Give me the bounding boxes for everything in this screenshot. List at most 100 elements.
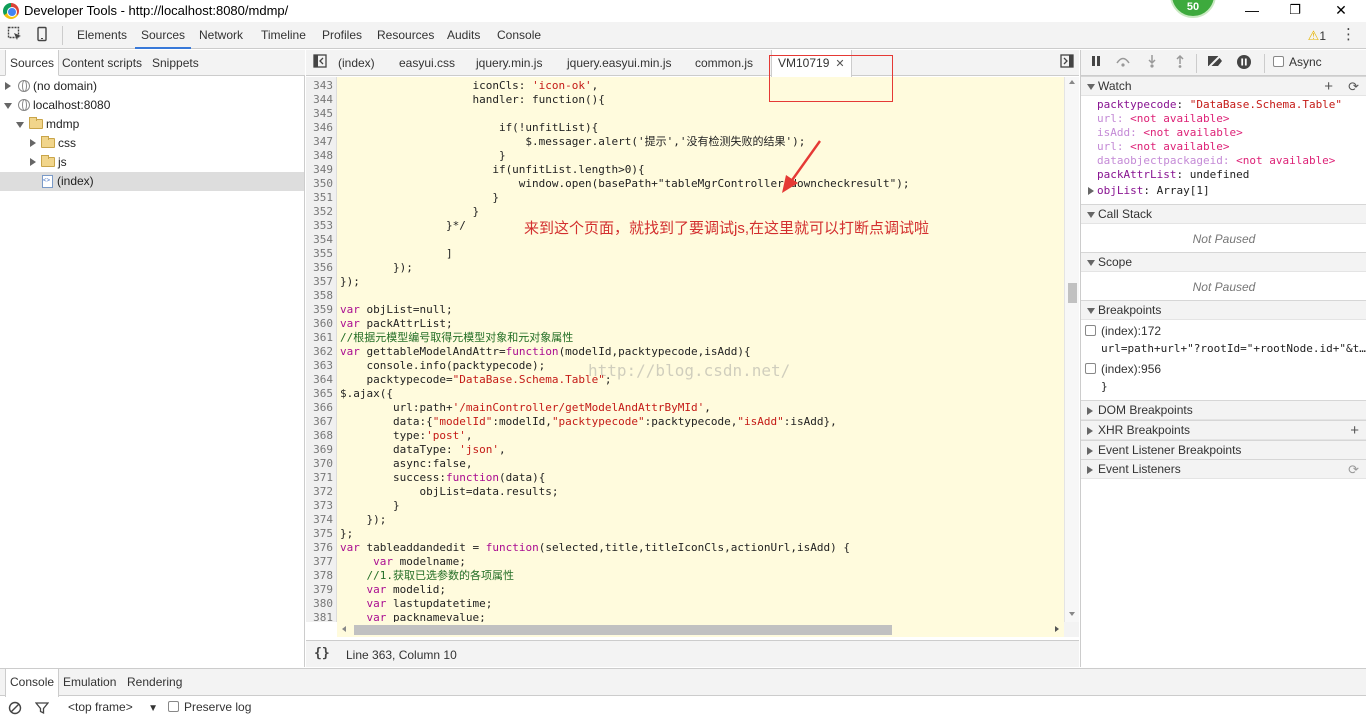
line-number[interactable]: 345 <box>306 107 333 121</box>
pause-on-exceptions-icon[interactable] <box>1235 54 1253 72</box>
line-number[interactable]: 364 <box>306 373 333 387</box>
line-number[interactable]: 358 <box>306 289 333 303</box>
drawer-tab-console[interactable]: Console <box>5 669 60 697</box>
xhr-breakpoints-section-header[interactable]: XHR Breakpoints + <box>1081 420 1366 440</box>
file-tab[interactable]: jquery.min.js <box>470 50 548 76</box>
expand-arrow-icon[interactable] <box>1088 187 1094 195</box>
line-number[interactable]: 362 <box>306 345 333 359</box>
watch-expression[interactable]: dataobjectpackageid: <not available> <box>1097 154 1335 168</box>
toggle-debugger-icon[interactable] <box>1058 54 1076 72</box>
panel-tab-audits[interactable]: Audits <box>441 22 486 49</box>
scroll-right-icon[interactable] <box>1055 626 1059 632</box>
frame-selector[interactable]: <top frame> ▼ <box>68 700 158 714</box>
panel-tab-profiles[interactable]: Profiles <box>316 22 368 49</box>
panel-tab-timeline[interactable]: Timeline <box>255 22 312 49</box>
line-number[interactable]: 360 <box>306 317 333 331</box>
panel-tab-sources[interactable]: Sources <box>135 22 192 49</box>
breakpoint-checkbox[interactable] <box>1085 363 1096 374</box>
event-listeners-section-header[interactable]: Event Listeners ⟳ <box>1081 459 1366 479</box>
line-number[interactable]: 379 <box>306 583 333 597</box>
navigator-tab-snippets[interactable]: Snippets <box>148 50 203 76</box>
tree-item-localhost[interactable]: localhost:8080 <box>0 96 304 115</box>
line-number[interactable]: 372 <box>306 485 333 499</box>
preserve-log-checkbox[interactable]: Preserve log <box>168 700 251 714</box>
inspect-element-icon[interactable] <box>6 26 24 44</box>
tree-item-js[interactable]: js <box>0 153 304 172</box>
step-over-icon[interactable] <box>1114 54 1132 72</box>
line-number[interactable]: 357 <box>306 275 333 289</box>
refresh-listeners-icon[interactable]: ⟳ <box>1348 460 1359 479</box>
line-number[interactable]: 369 <box>306 443 333 457</box>
step-out-icon[interactable] <box>1171 54 1189 72</box>
panel-tab-network[interactable]: Network <box>193 22 249 49</box>
line-number[interactable]: 346 <box>306 121 333 135</box>
collapse-arrow-icon[interactable] <box>4 103 12 109</box>
close-tab-icon[interactable]: ✕ <box>835 58 844 70</box>
step-into-icon[interactable] <box>1143 54 1161 72</box>
pretty-print-button[interactable]: {} <box>314 646 330 661</box>
panel-tab-elements[interactable]: Elements <box>71 22 133 49</box>
line-number[interactable]: 347 <box>306 135 333 149</box>
watch-expression[interactable]: objList: Array[1] <box>1088 184 1210 198</box>
line-number[interactable]: 356 <box>306 261 333 275</box>
line-number[interactable]: 373 <box>306 499 333 513</box>
tree-item-css[interactable]: css <box>0 134 304 153</box>
drawer-tab-emulation[interactable]: Emulation <box>59 669 120 696</box>
minimize-button[interactable]: — <box>1229 0 1275 22</box>
line-number[interactable]: 376 <box>306 541 333 555</box>
collapse-arrow-icon[interactable] <box>16 122 24 128</box>
line-number[interactable]: 353 <box>306 219 333 233</box>
line-number[interactable]: 349 <box>306 163 333 177</box>
event-listener-breakpoints-section-header[interactable]: Event Listener Breakpoints <box>1081 440 1366 460</box>
line-number[interactable]: 377 <box>306 555 333 569</box>
line-number[interactable]: 366 <box>306 401 333 415</box>
watch-expression[interactable]: url: <not available> <box>1097 112 1229 126</box>
refresh-watch-icon[interactable]: ⟳ <box>1348 77 1359 96</box>
breakpoints-section-header[interactable]: Breakpoints <box>1081 300 1366 320</box>
file-tab[interactable]: VM10719 ✕ <box>771 50 852 77</box>
scroll-up-icon[interactable] <box>1069 80 1075 84</box>
add-watch-icon[interactable]: + <box>1324 77 1333 96</box>
expand-arrow-icon[interactable] <box>5 82 11 90</box>
tree-item-no-domain[interactable]: (no domain) <box>0 77 304 96</box>
breakpoint-checkbox[interactable] <box>1085 325 1096 336</box>
toggle-navigator-icon[interactable] <box>311 54 329 72</box>
line-number[interactable]: 354 <box>306 233 333 247</box>
line-number-gutter[interactable]: 343 344 345 346 347 348 349 350 351 352 353 354 355 3… <box>306 77 337 622</box>
vertical-scrollbar[interactable] <box>1064 77 1079 622</box>
line-number[interactable]: 367 <box>306 415 333 429</box>
file-tab[interactable]: easyui.css <box>393 50 461 76</box>
line-number[interactable]: 370 <box>306 457 333 471</box>
line-number[interactable]: 352 <box>306 205 333 219</box>
horizontal-scroll-thumb[interactable] <box>354 625 892 635</box>
pause-icon[interactable] <box>1087 54 1105 72</box>
filter-icon[interactable] <box>34 701 50 718</box>
dom-breakpoints-section-header[interactable]: DOM Breakpoints <box>1081 400 1366 420</box>
line-number[interactable]: 350 <box>306 177 333 191</box>
close-window-button[interactable]: ✕ <box>1318 0 1364 22</box>
line-number[interactable]: 351 <box>306 191 333 205</box>
line-number[interactable]: 361 <box>306 331 333 345</box>
line-number[interactable]: 374 <box>306 513 333 527</box>
line-number[interactable]: 381 <box>306 611 333 622</box>
line-number[interactable]: 355 <box>306 247 333 261</box>
call-stack-section-header[interactable]: Call Stack <box>1081 204 1366 224</box>
breakpoint-item[interactable]: (index):172 <box>1085 324 1161 338</box>
watch-section-header[interactable]: Watch + ⟳ <box>1081 76 1366 96</box>
scroll-down-icon[interactable] <box>1069 612 1075 616</box>
async-checkbox[interactable]: Async <box>1273 55 1322 69</box>
clear-console-icon[interactable] <box>8 701 22 718</box>
file-tab[interactable]: (index) <box>332 50 381 76</box>
warning-counter[interactable]: ⚠1 <box>1308 28 1326 44</box>
watch-expression[interactable]: packtypecode: "DataBase.Schema.Table" <box>1097 98 1342 112</box>
watch-expression[interactable]: isAdd: <not available> <box>1097 126 1243 140</box>
line-number[interactable]: 368 <box>306 429 333 443</box>
line-number[interactable]: 363 <box>306 359 333 373</box>
scroll-left-icon[interactable] <box>342 626 346 632</box>
line-number[interactable]: 344 <box>306 93 333 107</box>
navigator-tab-content-scripts[interactable]: Content scripts <box>58 50 146 76</box>
maximize-button[interactable]: ❐ <box>1272 0 1318 22</box>
drawer-tab-rendering[interactable]: Rendering <box>123 669 186 696</box>
breakpoint-item[interactable]: (index):956 <box>1085 362 1161 376</box>
add-xhr-breakpoint-icon[interactable]: + <box>1350 421 1359 440</box>
